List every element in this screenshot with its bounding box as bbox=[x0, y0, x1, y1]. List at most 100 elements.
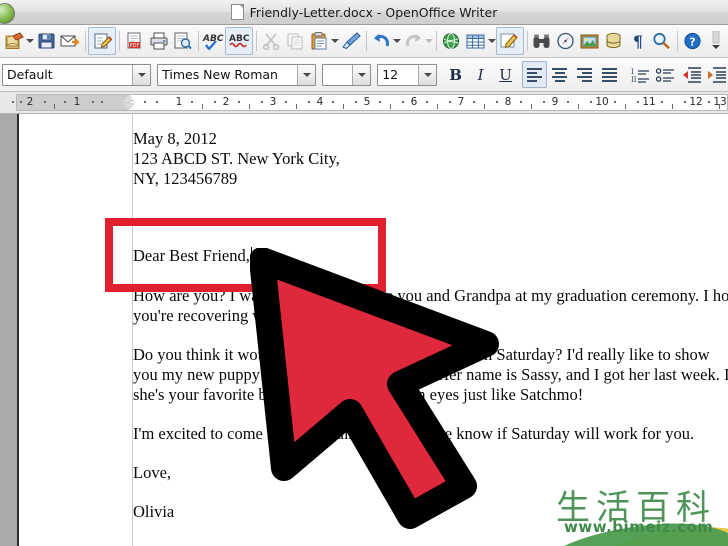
document-icon bbox=[230, 4, 244, 20]
chevron-down-icon bbox=[357, 72, 366, 77]
zoom-button[interactable] bbox=[650, 28, 674, 54]
paragraph-style-combo[interactable]: Default bbox=[2, 63, 152, 86]
paste-dropdown[interactable] bbox=[331, 28, 339, 54]
printer-icon bbox=[150, 32, 167, 50]
navigator-button[interactable] bbox=[554, 28, 578, 54]
font-extra-value[interactable] bbox=[323, 65, 352, 85]
paragraph-style-dropdown[interactable] bbox=[132, 64, 151, 85]
svg-text:I: I bbox=[631, 68, 634, 76]
align-center-button[interactable] bbox=[547, 61, 572, 88]
clone-formatting-button[interactable] bbox=[339, 28, 363, 54]
svg-text:?: ? bbox=[689, 36, 695, 49]
font-extra-dropdown[interactable] bbox=[352, 64, 371, 85]
svg-text:ABC: ABC bbox=[229, 34, 250, 44]
app-orb-icon[interactable] bbox=[0, 3, 15, 24]
ordered-list-button[interactable]: I II bbox=[628, 61, 653, 88]
compass-icon bbox=[557, 32, 574, 50]
new-doc-icon bbox=[5, 31, 24, 49]
save-button[interactable] bbox=[34, 28, 58, 54]
align-left-button[interactable] bbox=[522, 61, 548, 88]
chevron-down-icon bbox=[331, 39, 339, 43]
bold-button[interactable]: B bbox=[443, 61, 468, 88]
toolbar-overflow-button[interactable] bbox=[704, 28, 728, 54]
font-extra-combo[interactable] bbox=[322, 63, 372, 86]
underline-button[interactable]: U bbox=[493, 61, 518, 88]
export-pdf-button[interactable]: PDF bbox=[123, 28, 147, 54]
italic-button[interactable]: I bbox=[468, 61, 493, 88]
autospellcheck-button[interactable]: ABC bbox=[224, 27, 253, 55]
align-right-icon bbox=[577, 67, 593, 82]
window-title-group: Friendly-Letter.docx - OpenOffice Writer bbox=[230, 4, 497, 20]
find-replace-button[interactable] bbox=[530, 28, 554, 54]
data-sources-button[interactable] bbox=[602, 28, 626, 54]
insert-table-dropdown[interactable] bbox=[487, 28, 496, 54]
paragraph-style-value[interactable]: Default bbox=[3, 65, 132, 85]
font-name-value[interactable]: Times New Roman bbox=[158, 65, 297, 85]
hourglass-indent-marker[interactable] bbox=[123, 94, 136, 111]
undo-button[interactable] bbox=[369, 28, 393, 54]
print-preview-button[interactable] bbox=[171, 28, 195, 54]
font-size-dropdown[interactable] bbox=[418, 64, 437, 85]
font-size-value[interactable]: 12 bbox=[378, 65, 418, 85]
paintbrush-icon bbox=[342, 32, 361, 50]
formatting-toolbar: Default Times New Roman 12 B I U I II bbox=[0, 58, 728, 92]
copy-button[interactable] bbox=[283, 28, 307, 54]
pilcrow-icon: ¶ bbox=[633, 32, 643, 50]
increase-indent-button[interactable] bbox=[703, 61, 728, 88]
ruler-tick-6: 6 bbox=[410, 96, 418, 108]
gallery-button[interactable] bbox=[578, 28, 602, 54]
redo-arrow-icon bbox=[405, 34, 421, 47]
svg-text:¶: ¶ bbox=[633, 32, 643, 50]
align-justify-icon bbox=[602, 67, 618, 82]
font-size-combo[interactable]: 12 bbox=[377, 63, 438, 86]
ruler-tick-11: 11 bbox=[642, 96, 656, 108]
email-document-button[interactable] bbox=[58, 28, 82, 54]
help-button[interactable]: ? bbox=[680, 28, 704, 54]
spelling-check-button[interactable]: ABC bbox=[201, 28, 225, 54]
chevron-down-icon bbox=[137, 72, 146, 77]
address-line-1: May 8, 2012 bbox=[133, 129, 217, 148]
redo-dropdown[interactable] bbox=[425, 28, 434, 54]
unordered-list-button[interactable] bbox=[653, 61, 678, 88]
redo-button[interactable] bbox=[401, 28, 425, 54]
insert-table-button[interactable] bbox=[464, 28, 488, 54]
edit-file-button[interactable] bbox=[88, 27, 117, 55]
svg-text:II: II bbox=[631, 76, 637, 83]
undo-dropdown[interactable] bbox=[393, 28, 402, 54]
table-grid-icon bbox=[466, 34, 484, 48]
bullet-list-icon bbox=[656, 67, 674, 82]
new-document-button[interactable] bbox=[2, 28, 26, 54]
ruler-tick-5: 5 bbox=[363, 96, 371, 108]
ruler-tick-8: 8 bbox=[504, 96, 512, 108]
abc-check-icon: ABC bbox=[202, 34, 224, 50]
ruler-tick-7: 7 bbox=[457, 96, 465, 108]
chevron-down-icon bbox=[302, 72, 311, 77]
print-button[interactable] bbox=[147, 28, 171, 54]
paste-button[interactable] bbox=[307, 28, 331, 54]
decrease-indent-button[interactable] bbox=[678, 61, 703, 88]
decrease-indent-icon bbox=[682, 66, 701, 83]
font-name-dropdown[interactable] bbox=[297, 64, 316, 85]
picture-frame-icon bbox=[580, 34, 599, 48]
formatting-marks-button[interactable]: ¶ bbox=[626, 28, 650, 54]
align-right-button[interactable] bbox=[572, 61, 597, 88]
increase-indent-icon bbox=[707, 66, 726, 83]
font-name-combo[interactable]: Times New Roman bbox=[157, 63, 317, 86]
chevron-down-icon bbox=[425, 39, 434, 43]
watermark-url: www.bimeiz.com bbox=[564, 518, 714, 536]
align-justified-button[interactable] bbox=[597, 61, 622, 88]
title-bar: Friendly-Letter.docx - OpenOffice Writer bbox=[0, 0, 728, 25]
page-preview-icon bbox=[174, 32, 192, 50]
ruler-tick-12: 12 bbox=[689, 96, 703, 108]
address-line-2: 123 ABCD ST. New York City, bbox=[133, 149, 340, 169]
new-document-dropdown[interactable] bbox=[26, 28, 34, 54]
insert-hyperlink-button[interactable] bbox=[440, 28, 464, 54]
scissors-icon bbox=[262, 33, 279, 50]
copy-pages-icon bbox=[287, 33, 302, 50]
left-indent-icon bbox=[123, 103, 135, 111]
show-draw-functions-button[interactable] bbox=[495, 27, 524, 55]
cut-button[interactable] bbox=[259, 28, 283, 54]
horizontal-ruler[interactable]: 2 1 1 2 3 4 5 6 7 8 9 10 11 12 13 bbox=[0, 92, 728, 114]
help-circle-icon: ? bbox=[683, 32, 701, 50]
